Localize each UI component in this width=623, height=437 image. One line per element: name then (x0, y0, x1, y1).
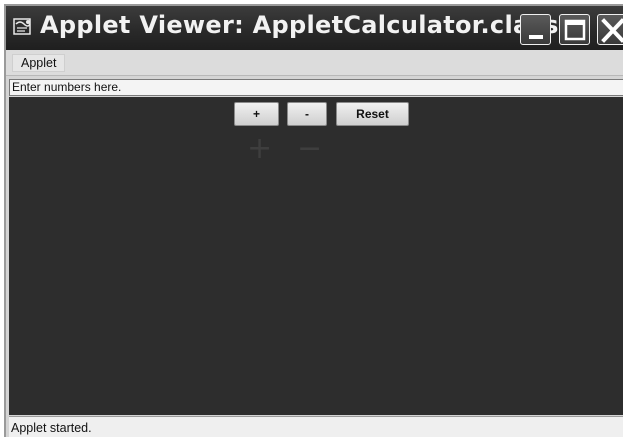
minimize-button[interactable] (520, 14, 551, 45)
reset-button[interactable]: Reset (336, 102, 409, 126)
subtract-button[interactable]: - (287, 102, 327, 126)
window-title: Applet Viewer: AppletCalculator.class (40, 11, 559, 39)
add-button[interactable]: + (234, 102, 279, 126)
title-bar[interactable]: Applet Viewer: AppletCalculator.class (6, 6, 623, 50)
plus-operator-label: + (247, 131, 273, 166)
applet-content-area: + - Reset + − (9, 97, 623, 415)
minus-operator-label: − (297, 131, 323, 166)
menu-bar: Applet (6, 50, 623, 76)
minimize-icon (529, 35, 543, 39)
maximize-button[interactable] (559, 14, 590, 45)
close-icon (601, 18, 623, 43)
status-bar: Applet started. (9, 416, 623, 437)
applet-viewer-window: Applet Viewer: AppletCalculator.class Ap… (4, 4, 623, 437)
numbers-input[interactable]: Enter numbers here. (9, 79, 623, 96)
menu-applet[interactable]: Applet (12, 54, 66, 72)
maximize-icon (564, 19, 586, 41)
applet-viewer-icon[interactable] (12, 16, 34, 38)
close-button[interactable] (597, 14, 623, 45)
